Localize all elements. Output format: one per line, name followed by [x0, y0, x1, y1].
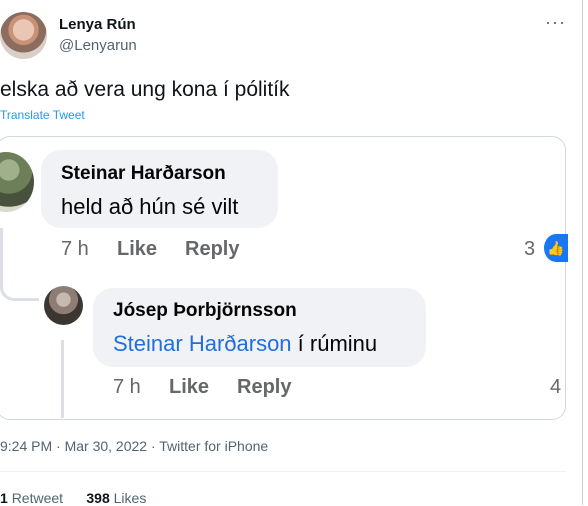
author-name[interactable]: Lenya Rún: [59, 16, 136, 33]
retweet-count[interactable]: 1: [0, 490, 8, 506]
retweet-label[interactable]: Retweet: [12, 490, 63, 506]
tweet-text: elska að vera ung kona í pólitík: [0, 78, 290, 101]
more-horizontal-icon[interactable]: ···: [545, 12, 566, 33]
comment-time-1: 7 h: [61, 238, 89, 260]
tweet-timestamp[interactable]: 9:24 PM · Mar 30, 2022 · Twitter for iPh…: [0, 438, 268, 454]
comment-text-2: Steinar Harðarson í rúminu: [113, 331, 377, 357]
author-handle[interactable]: @Lenyarun: [59, 37, 137, 54]
commenter-name-1: Steinar Harðarson: [61, 163, 226, 184]
commenter-name-2: Jósep Þorbjörnsson: [113, 300, 297, 321]
translate-tweet-link[interactable]: Translate Tweet: [0, 108, 85, 122]
comment-like-1: Like: [117, 238, 158, 260]
comment-mention: Steinar Harðarson: [113, 331, 292, 356]
comment-time-2: 7 h: [113, 376, 141, 398]
divider: [0, 471, 566, 472]
comment-text-2-body: í rúminu: [291, 331, 378, 356]
reply-thread-line-2: [61, 340, 64, 418]
comment-reply-1: Reply: [185, 238, 240, 260]
reply-thread-line: [0, 228, 39, 301]
tweet-stats: 1 Retweet 398 Likes: [0, 490, 146, 506]
thumbs-up-icon: 👍: [544, 234, 568, 262]
likes-count[interactable]: 398: [86, 490, 109, 506]
likes-label[interactable]: Likes: [114, 490, 147, 506]
comment-reply-2: Reply: [237, 376, 292, 398]
reaction-count-1: 3: [524, 238, 536, 260]
author-avatar[interactable]: [0, 12, 47, 59]
reaction-count-2: 4: [550, 376, 562, 398]
commenter-avatar-2: [44, 286, 83, 325]
comment-text-1: held að hún sé vilt: [61, 194, 239, 219]
comment-like-2: Like: [169, 376, 210, 398]
scrollbar[interactable]: [582, 0, 583, 505]
